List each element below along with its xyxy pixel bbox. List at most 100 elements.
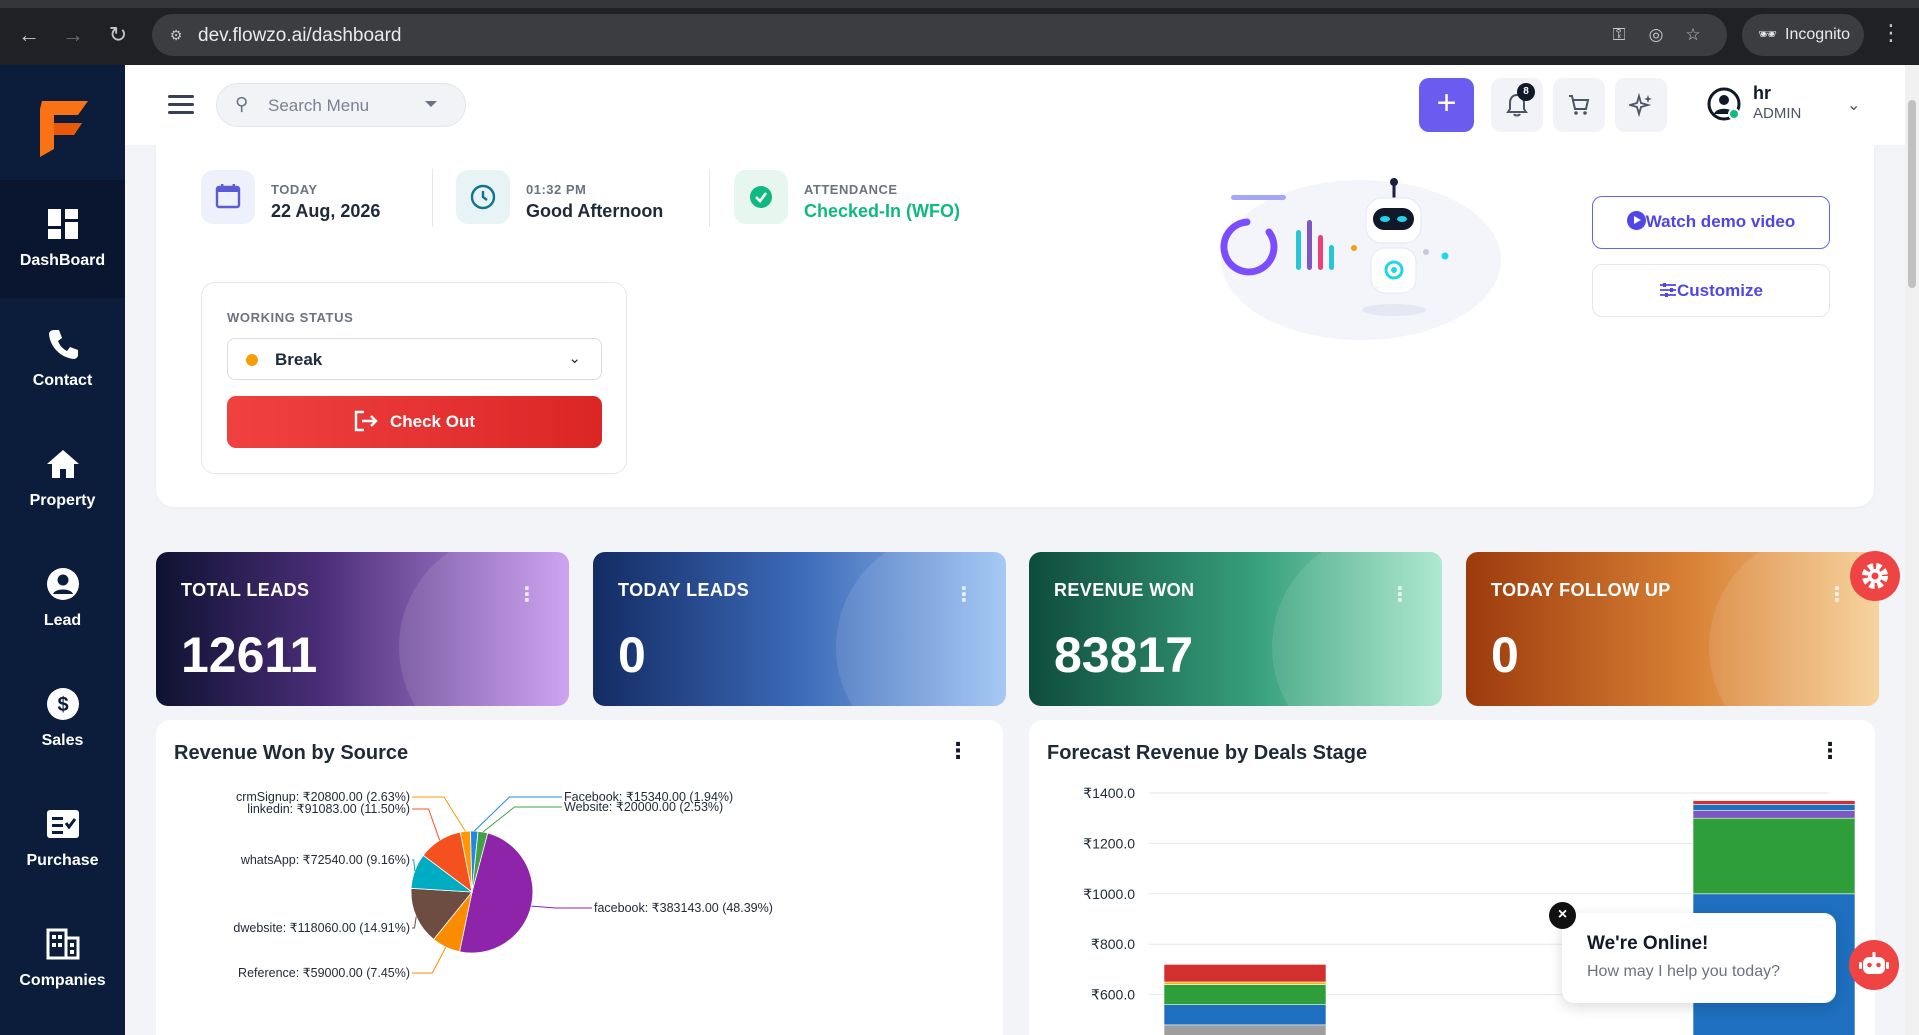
logout-icon (354, 410, 378, 431)
pie-leader-line (412, 796, 466, 832)
reload-icon[interactable]: ↻ (103, 20, 133, 50)
star-icon[interactable]: ☆ (1682, 24, 1704, 46)
pie-leader-line (412, 808, 441, 841)
phone-icon (48, 330, 78, 359)
robot-illustration (1220, 178, 1501, 340)
bar-segment[interactable] (1692, 804, 1856, 811)
bar-segment[interactable] (1163, 981, 1327, 985)
flowzo-logo (40, 101, 88, 157)
status-dot (246, 354, 258, 366)
user-name: hr (1753, 83, 1771, 103)
kpi-card-today-leads[interactable]: TODAY LEADS 0 ⋮ (593, 552, 1006, 706)
search-icon: ⚲ (235, 94, 249, 114)
y-tick-label: ₹600.0 (1091, 987, 1135, 1003)
kpi-title: TODAY FOLLOW UP (1491, 580, 1671, 600)
card-decoration (1272, 552, 1442, 706)
browser-menu-icon[interactable]: ⋮ (1880, 20, 1902, 46)
chat-fab[interactable] (1849, 940, 1899, 990)
working-status-card: WORKING STATUS Break ⌄ Check Out (201, 282, 627, 474)
calendar-icon (201, 170, 255, 224)
notifications-button[interactable] (1491, 78, 1543, 132)
y-tick-label: ₹800.0 (1091, 936, 1135, 952)
building-icon (46, 928, 79, 960)
chevron-down-icon: ⌄ (568, 350, 581, 367)
browser-chrome: ← → ↻ ⚙ dev.flowzo.ai/dashboard ⚿ ◎ ☆ 🕶 I… (0, 0, 1919, 65)
working-status-select[interactable]: Break ⌄ (227, 338, 602, 380)
sidebar-item-label: Sales (41, 732, 84, 749)
kebab-menu-icon[interactable]: ⋮ (1827, 582, 1847, 607)
sidebar-item-property[interactable]: Property (0, 420, 125, 538)
pie-leader-line (473, 796, 562, 832)
bar-segment[interactable] (1163, 1024, 1327, 1035)
ai-sparkle-button[interactable] (1615, 78, 1667, 132)
working-status-label: WORKING STATUS (227, 310, 354, 325)
bar-segment[interactable] (1692, 810, 1856, 819)
pie-leader-line (531, 905, 592, 909)
greeting: Good Afternoon (526, 201, 664, 221)
watch-demo-button[interactable]: Watch demo video (1592, 196, 1830, 249)
bar-segment[interactable] (1692, 800, 1856, 805)
search-menu[interactable]: ⚲ Search Menu (216, 83, 466, 127)
pie-leader-line (412, 859, 416, 871)
pie-label: facebook: ₹383143.00 (48.39%) (594, 901, 773, 915)
eye-off-icon[interactable]: ◎ (1645, 24, 1667, 46)
add-new-button[interactable]: + (1419, 78, 1474, 132)
kpi-title: TOTAL LEADS (181, 580, 310, 600)
kpi-card-today-follow-up[interactable]: TODAY FOLLOW UP 0 ⋮ (1466, 552, 1879, 706)
check-out-button[interactable]: Check Out (227, 396, 602, 448)
chat-title: We're Online! (1587, 933, 1709, 954)
url-text[interactable]: dev.flowzo.ai/dashboard (198, 25, 402, 47)
chat-popup[interactable]: We're Online! How may I help you today? (1562, 913, 1836, 1003)
bar-segment[interactable] (1163, 1004, 1327, 1026)
y-tick-label: ₹1400.0 (1083, 785, 1135, 801)
divider (432, 169, 433, 227)
dollar-icon: $ (46, 688, 79, 720)
kpi-card-total-leads[interactable]: TOTAL LEADS 12611 ⋮ (156, 552, 569, 706)
svg-text:$: $ (57, 694, 68, 716)
kpi-value: 12611 (181, 627, 318, 683)
kebab-menu-icon[interactable]: ⋮ (517, 582, 537, 607)
sidebar: DashBoard Contact Property Lead $ Sales (0, 65, 125, 1035)
forward-icon[interactable]: → (58, 20, 88, 50)
sidebar-item-label: DashBoard (19, 252, 106, 269)
bar-segment[interactable] (1692, 817, 1856, 895)
sidebar-item-label: Property (29, 492, 96, 509)
sidebar-item-dashboard[interactable]: DashBoard (0, 180, 125, 298)
sidebar-item-contact[interactable]: Contact (0, 300, 125, 418)
sidebar-item-companies[interactable]: Companies (0, 900, 125, 1018)
top-header: ⚲ Search Menu + 8 hr ADMIN ⌄ (125, 65, 1905, 145)
pie-label: crmSignup: ₹20800.00 (2.63%) (236, 790, 410, 804)
kebab-menu-icon[interactable]: ⋮ (954, 582, 974, 607)
kpi-card-revenue-won[interactable]: REVENUE WON 83817 ⋮ (1029, 552, 1442, 706)
sidebar-item-lead[interactable]: Lead (0, 540, 125, 658)
settings-fab[interactable] (1850, 551, 1900, 601)
kebab-menu-icon[interactable]: ⋮ (1390, 582, 1410, 607)
site-info-icon[interactable]: ⚙ (166, 25, 186, 45)
check-circle-icon (734, 170, 788, 224)
sidebar-item-label: Contact (32, 372, 93, 389)
scrollbar-thumb[interactable] (1908, 100, 1916, 288)
sidebar-item-purchase[interactable]: Purchase (0, 780, 125, 898)
kpi-value: 83817 (1054, 627, 1194, 683)
pie-label: Website: ₹20000.00 (2.53%) (564, 800, 723, 814)
user-menu[interactable]: hr ADMIN ⌄ (1707, 81, 1860, 131)
pie-label: Reference: ₹59000.00 (7.45%) (238, 966, 410, 980)
bar-segment[interactable] (1163, 964, 1327, 983)
kpi-value: 0 (1491, 627, 1519, 683)
incognito-badge[interactable]: 🕶 Incognito (1742, 14, 1864, 56)
chevron-down-icon[interactable]: ⌄ (1847, 95, 1860, 115)
bar-segment[interactable] (1163, 984, 1327, 1006)
card-decoration (399, 552, 569, 706)
back-icon[interactable]: ← (14, 20, 44, 50)
address-bar[interactable]: ⚙ dev.flowzo.ai/dashboard ⚿ ◎ ☆ (152, 14, 1727, 56)
cart-button[interactable] (1553, 78, 1605, 132)
kpi-title: TODAY LEADS (618, 580, 750, 600)
sidebar-item-sales[interactable]: $ Sales (0, 660, 125, 778)
attendance-label: ATTENDANCE (804, 182, 898, 197)
check-out-label: Check Out (389, 412, 476, 431)
customize-button[interactable]: Customize (1592, 264, 1830, 317)
cart-icon (1569, 95, 1590, 115)
key-icon[interactable]: ⚿ (1608, 24, 1630, 46)
menu-toggle-icon[interactable] (168, 95, 194, 115)
close-icon[interactable]: × (1549, 902, 1576, 929)
